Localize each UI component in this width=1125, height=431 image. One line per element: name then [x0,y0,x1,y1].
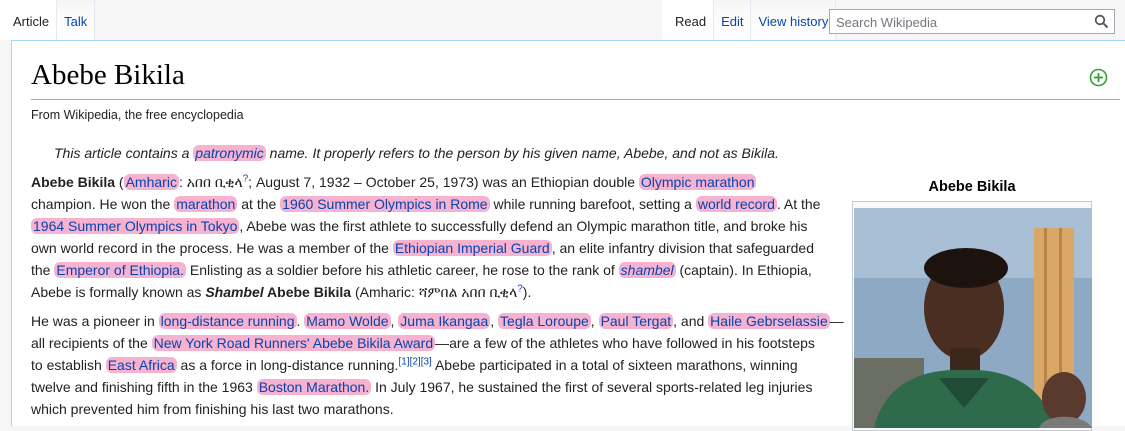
text: own world record in the process. He was … [31,240,393,256]
link-shambel[interactable]: shambel [618,262,676,278]
text: In July 1967, he sustained the first of … [371,379,813,395]
text: : አበበ ቢቂላ [178,174,243,190]
text: all recipients of the [31,335,152,351]
title-divider [31,99,1120,100]
text-line: which prevented him from finishing his l… [31,398,831,420]
reference-2[interactable]: [2] [410,356,421,367]
text: Abebe is formally known as [31,284,206,300]
top-navigation: Article Talk Read Edit View history [0,0,1125,40]
link-emperor[interactable]: Emperor of Ethiopia. [54,262,186,278]
hatnote: This article contains a patronymic name.… [54,145,779,161]
shambel-title: Shambel [205,284,264,300]
tab-view-history[interactable]: View history [751,0,837,40]
search-icon[interactable] [1094,14,1109,29]
reference-3[interactable]: [3] [421,356,432,367]
hatnote-text-before: This article contains a [54,145,194,161]
link-paul-tergat[interactable]: Paul Tergat [598,313,674,329]
text-line: to establish East Africa as a force in l… [31,354,831,376]
portrait-photo[interactable] [854,208,1092,428]
link-marathon[interactable]: marathon [174,196,238,212]
text: ( [115,174,124,190]
link-patronymic[interactable]: patronymic [193,145,266,161]
link-haile-gebrselassie[interactable]: Haile Gebrselassie [708,313,830,329]
text-line: own world record in the process. He was … [31,237,831,259]
text: ). [522,284,532,300]
reference-1[interactable]: [1] [398,356,409,367]
tagline: From Wikipedia, the free encyclopedia [31,108,244,122]
link-1960-olympics[interactable]: 1960 Summer Olympics in Rome [280,196,490,212]
tab-edit[interactable]: Edit [714,0,752,40]
text: as a force in long-distance running. [176,357,399,373]
text: (captain). In Ethiopia, [675,262,812,278]
subject-name: Abebe Bikila [263,284,352,300]
text: , [490,313,499,329]
text-line: the Emperor of Ethiopia. Enlisting as a … [31,259,831,281]
link-mamo-wolde[interactable]: Mamo Wolde [304,313,391,329]
infobox: Abebe Bikila [850,179,1094,431]
namespace-tabs: Article Talk [0,0,96,40]
infobox-title: Abebe Bikila [928,179,1016,195]
text: ; August 7, 1932 – October 25, 1973) was… [248,174,639,190]
link-juma-ikangaa[interactable]: Juma Ikangaa [398,313,491,329]
text-line: 1964 Summer Olympics in Tokyo, Abebe was… [31,215,831,237]
text: the [31,262,55,278]
text-line: all recipients of the New York Road Runn… [31,332,831,354]
text: , an elite infantry division that safegu… [551,240,814,256]
hatnote-text-after: name. It properly refers to the person b… [265,145,779,161]
link-east-africa[interactable]: East Africa [105,357,177,373]
text: (Amharic: ሻምበል አበበ ቢቂላ [351,284,518,300]
second-paragraph: He was a pioneer in long-distance runnin… [31,310,844,420]
text-line: He was a pioneer in long-distance runnin… [31,310,844,332]
text: which prevented him from finishing his l… [31,401,394,417]
text: Enlisting as a soldier before his athlet… [185,262,619,278]
text: . At the [776,196,821,212]
text-line: Abebe is formally known as Shambel Abebe… [31,281,831,303]
text: while running barefoot, setting a [489,196,696,212]
link-olympic-marathon[interactable]: Olympic marathon [638,174,757,190]
text: , Abebe was the first athlete to success… [239,218,808,234]
search-box [829,9,1115,34]
search-input[interactable] [834,11,1088,34]
link-imperial-guard[interactable]: Ethiopian Imperial Guard [392,240,552,256]
infobox-image-frame [852,201,1092,431]
text-line: twelve and finishing fifth in the 1963 B… [31,376,831,398]
link-1964-olympics[interactable]: 1964 Summer Olympics in Tokyo [31,218,240,234]
text: He was a pioneer in [31,313,159,329]
article-content: Abebe Bikila From Wikipedia, the free en… [11,40,1125,431]
text-line: champion. He won the marathon at the 196… [31,193,831,215]
page-title: Abebe Bikila [31,59,185,91]
tab-read[interactable]: Read [662,0,715,40]
text: to establish [31,357,106,373]
tab-article[interactable]: Article [0,0,58,40]
lead-paragraph: Abebe Bikila (Amharic: አበበ ቢቂላ?; August … [31,171,831,303]
view-tabs: Read Edit View history [662,0,837,40]
text: — [829,313,844,329]
text: Abebe participated in a total of sixteen… [431,357,798,373]
tab-talk[interactable]: Talk [57,0,96,40]
text: , [590,313,599,329]
text: , and [673,313,709,329]
link-bikila-award[interactable]: New York Road Runners' Abebe Bikila Awar… [151,335,436,351]
link-world-record[interactable]: world record [695,196,777,212]
text: at the [237,196,281,212]
link-boston-marathon[interactable]: Boston Marathon. [256,379,372,395]
text-line: Abebe Bikila (Amharic: አበበ ቢቂላ?; August … [31,171,831,193]
link-tegla-loroupe[interactable]: Tegla Loroupe [498,313,591,329]
text: —are a few of the athletes who have foll… [435,335,815,351]
subject-name: Abebe Bikila [31,174,116,190]
link-long-distance-running[interactable]: long-distance running [158,313,297,329]
text: champion. He won the [31,196,175,212]
link-amharic[interactable]: Amharic [123,174,179,190]
text: twelve and finishing fifth in the 1963 [31,379,257,395]
add-circle-icon[interactable] [1089,68,1108,87]
